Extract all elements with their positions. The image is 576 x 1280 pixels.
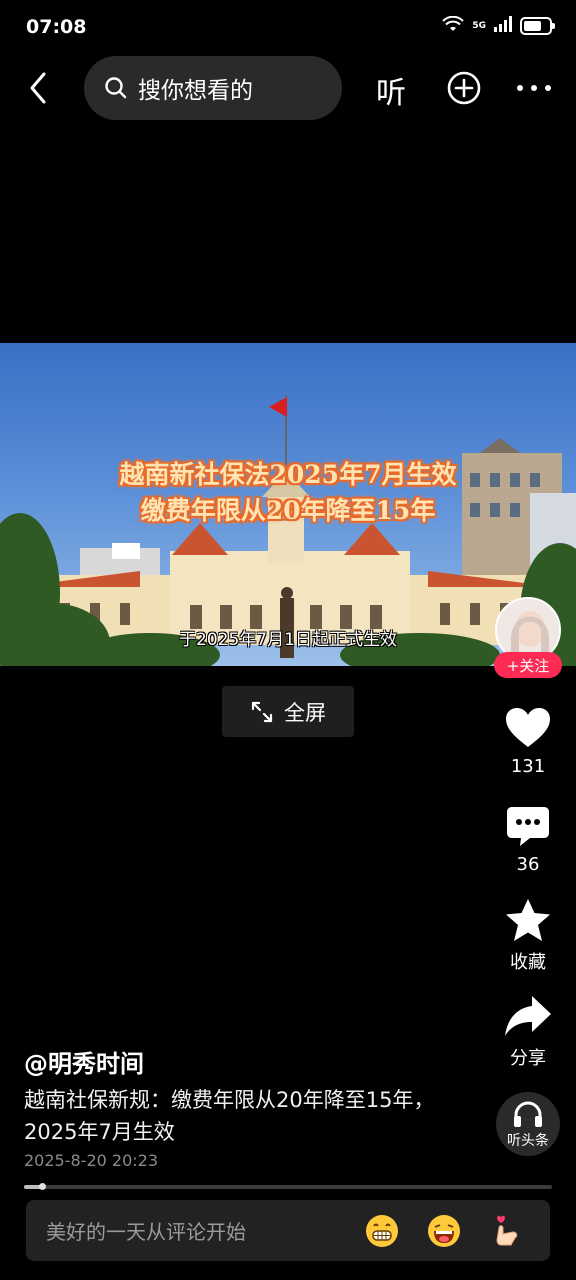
video-overlay-title-line2: 缴费年限从20年降至15年 [140,496,436,525]
post-description: 越南社保新规：缴费年限从20年降至15年，2025年7月生效 [24,1088,435,1144]
laughing-emoji-icon[interactable] [426,1213,462,1249]
top-bar: 搜你想看的 听 [0,56,576,122]
share-arrow-icon [505,996,551,1036]
fullscreen-button[interactable]: 全屏 [222,686,354,737]
grinning-emoji-icon[interactable] [364,1213,400,1249]
video-subtitle: 于2025年7月1日起正式生效 [179,630,397,650]
network-label: 5G [472,20,486,31]
comment-button[interactable]: 36 [496,802,560,875]
plus-circle-icon [447,71,481,105]
add-button[interactable] [446,70,482,106]
battery-icon [520,17,555,35]
more-button[interactable] [514,70,554,106]
comment-count: 36 [516,854,540,875]
headphones-icon [514,1101,542,1127]
video-progress-bar[interactable] [24,1183,552,1190]
search-input[interactable]: 搜你想看的 [84,56,342,120]
follow-button[interactable]: +关注 [494,652,562,678]
comment-placeholder: 美好的一天从评论开始 [46,1220,246,1244]
video-player[interactable]: 越南新社保法2025年7月生效 缴费年限从20年降至15年 于2025年7月1日… [0,343,576,666]
fullscreen-label: 全屏 [284,700,326,725]
share-label: 分享 [510,1048,546,1069]
listen-headlines-label: 听头条 [507,1133,549,1149]
more-dots-icon [517,85,551,91]
post-date: 2025-8-20 20:23 [24,1151,158,1170]
status-bar: 07:08 5G [0,0,576,56]
like-count: 131 [510,756,546,777]
listen-headlines-button[interactable]: 听头条 [496,1092,560,1156]
comment-icon [507,807,549,846]
signal-icon [494,16,512,36]
status-icons: 5G [442,15,555,36]
video-progress-knob[interactable] [39,1183,47,1190]
video-overlay-title-line1: 越南新社保法2025年7月生效 [119,460,457,489]
status-time: 07:08 [26,16,87,38]
back-button[interactable] [18,68,58,108]
chevron-left-icon [30,72,46,104]
wifi-icon [442,15,465,36]
collect-label: 收藏 [510,952,546,973]
listen-button[interactable]: 听 [376,68,406,112]
heart-icon [506,708,550,747]
like-button[interactable]: 131 [496,704,560,777]
search-placeholder: 搜你想看的 [138,78,253,104]
search-icon [104,76,128,100]
expand-icon [251,701,273,722]
collect-button[interactable]: 收藏 [496,896,560,974]
author-name[interactable]: @明秀时间 [24,1044,144,1079]
share-button[interactable]: 分享 [496,992,560,1070]
comment-input[interactable]: 美好的一天从评论开始 [26,1200,550,1261]
star-icon [506,899,550,941]
finger-heart-emoji-icon[interactable] [488,1213,524,1249]
